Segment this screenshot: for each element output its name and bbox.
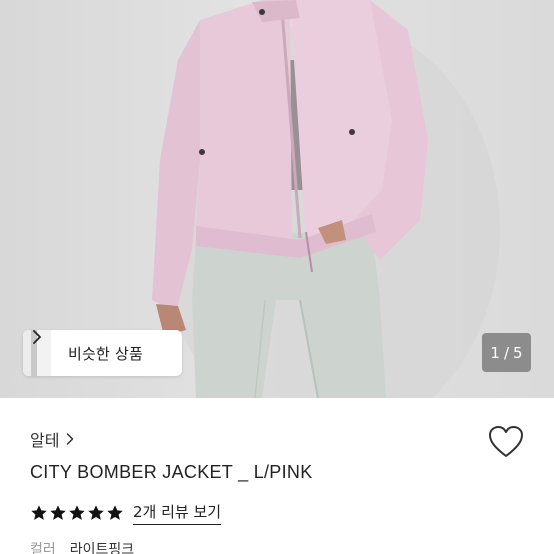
chevron-right-icon — [67, 433, 74, 445]
spec-row-color: 컬러 라이트핑크 — [30, 539, 134, 554]
spec-value: 라이트핑크 — [69, 542, 135, 554]
star-filled-icon — [50, 505, 66, 520]
star-filled-icon — [69, 505, 85, 520]
brand-link[interactable]: 알테 — [30, 427, 74, 451]
similar-products-button[interactable]: 비슷한 상품 — [23, 330, 182, 376]
page-separator: / — [503, 343, 510, 362]
product-title: CITY BOMBER JACKET _ L/PINK — [30, 462, 313, 482]
spec-key: 컬러 — [30, 542, 56, 554]
review-link[interactable]: 2개 리뷰 보기 — [133, 501, 222, 525]
product-image[interactable]: 비슷한 상품 1 / 5 — [0, 0, 554, 398]
image-page-counter: 1 / 5 — [482, 333, 531, 372]
similar-products-label: 비슷한 상품 — [68, 344, 143, 363]
star-filled-icon — [107, 505, 123, 520]
rating-row: 2개 리뷰 보기 — [30, 501, 222, 525]
heart-outline-icon[interactable] — [488, 425, 524, 459]
total-pages: 5 — [513, 343, 523, 362]
product-info: 알테 CITY BOMBER JACKET _ L/PINK 2개 리뷰 보기 … — [0, 398, 554, 554]
brand-name: 알테 — [30, 431, 60, 450]
current-page: 1 — [490, 343, 500, 362]
star-filled-icon — [31, 505, 47, 520]
star-filled-icon — [88, 505, 104, 520]
chevron-right-icon — [33, 330, 41, 344]
rating-stars — [30, 504, 124, 522]
